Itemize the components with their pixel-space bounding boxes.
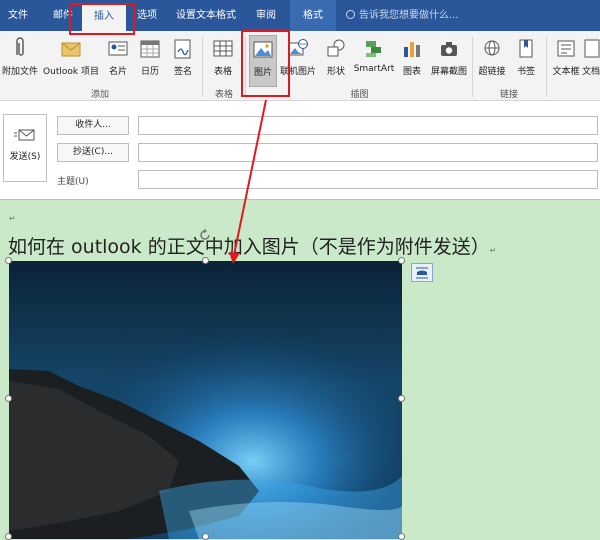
- outlook-compose-window: 文件 邮件 插入 选项 设置文本格式 审阅 格式 告诉我您想要做什么... 附加…: [0, 0, 600, 540]
- annotation-arrow: [229, 99, 267, 264]
